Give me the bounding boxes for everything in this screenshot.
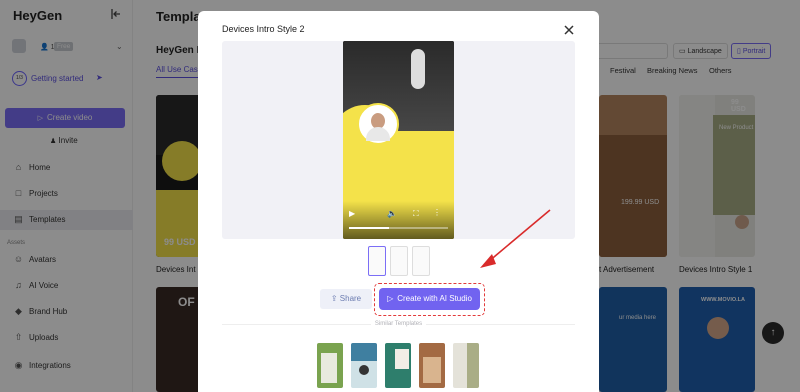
similar-template-3[interactable] — [385, 343, 411, 388]
similar-template-2[interactable] — [351, 343, 377, 388]
share-label: Share — [339, 294, 362, 303]
share-button[interactable]: ⇪ Share — [320, 289, 372, 309]
modal-title: Devices Intro Style 2 — [222, 24, 305, 34]
scene-thumbnail-2[interactable] — [390, 246, 408, 276]
scene-thumbnail-1[interactable] — [368, 246, 386, 276]
similar-thumb-avatar — [359, 365, 369, 375]
preview-area: ▶ 🔈 ⛶ ⋮ — [222, 41, 575, 239]
play-icon[interactable]: ▶ — [349, 209, 355, 218]
avatar-shirt — [366, 127, 390, 141]
create-with-ai-studio-button[interactable]: ▷ Create with AI Studio — [379, 288, 480, 310]
similar-thumb-content — [423, 357, 441, 383]
more-options-icon[interactable]: ⋮ — [433, 208, 441, 217]
similar-templates-label: Similar Templates — [198, 321, 599, 327]
similar-template-1[interactable] — [317, 343, 343, 388]
scene-thumbnail-3[interactable] — [412, 246, 430, 276]
play-outline-icon: ▷ — [387, 294, 394, 303]
template-preview-modal: Devices Intro Style 2 ▶ 🔈 ⛶ ⋮ ⇪ Share ▷ … — [198, 11, 599, 392]
video-player[interactable]: ▶ 🔈 ⛶ ⋮ — [343, 41, 454, 239]
similar-thumb-content — [351, 343, 377, 361]
share-icon: ⇪ — [330, 294, 338, 303]
similar-thumb-content — [321, 353, 337, 383]
create-with-ai-studio-label: Create with AI Studio — [397, 294, 472, 303]
fullscreen-icon[interactable]: ⛶ — [413, 209, 419, 219]
similar-template-4[interactable] — [419, 343, 445, 388]
progress-fill — [349, 227, 389, 229]
controls-gradient — [343, 201, 454, 239]
avatar-circle — [357, 103, 399, 145]
similar-template-5[interactable] — [453, 343, 479, 388]
earbud-image — [411, 49, 425, 89]
close-icon[interactable] — [562, 23, 576, 37]
volume-icon[interactable]: 🔈 — [387, 209, 397, 218]
similar-thumb-content — [395, 349, 409, 369]
similar-thumb-content — [467, 343, 479, 388]
